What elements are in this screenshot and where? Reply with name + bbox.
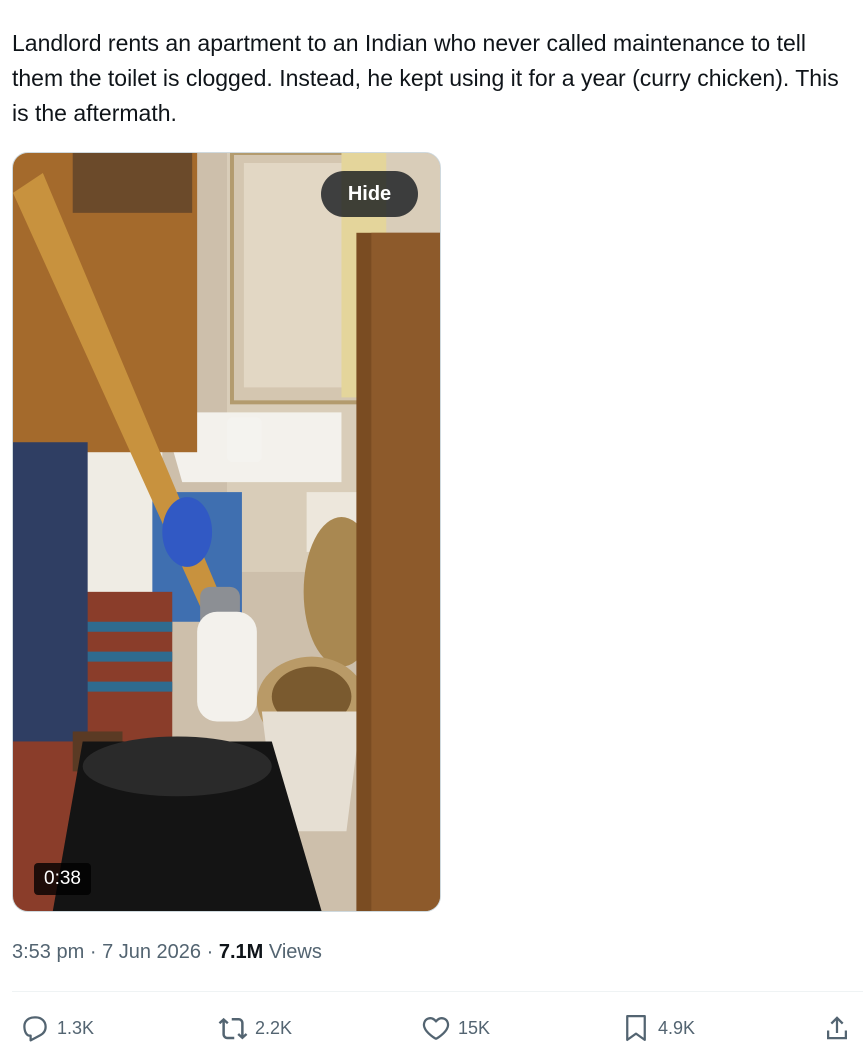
reply-count: 1.3K	[57, 1017, 95, 1038]
meta-separator: ·	[89, 941, 97, 963]
reply-icon	[20, 1013, 50, 1043]
video-frame	[13, 153, 440, 911]
action-bar: 1.3K 2.2K 15K 4.9K	[0, 1008, 863, 1048]
bookmark-icon	[621, 1013, 651, 1043]
share-icon	[822, 1013, 852, 1043]
tweet-metadata: 3:53 pm · 7 Jun 2026 · 7.1M Views	[12, 937, 322, 967]
tweet-time[interactable]: 3:53 pm	[12, 941, 84, 963]
like-button[interactable]: 15K	[421, 1008, 490, 1048]
video-duration-badge: 0:38	[34, 863, 91, 895]
divider	[12, 991, 863, 992]
tweet-text: Landlord rents an apartment to an Indian…	[12, 30, 839, 126]
views-label: Views	[268, 941, 322, 963]
heart-icon	[421, 1013, 451, 1043]
hide-media-button[interactable]: Hide	[321, 171, 418, 217]
retweet-count: 2.2K	[255, 1017, 293, 1038]
views-count: 7.1M	[218, 941, 264, 963]
like-count: 15K	[458, 1017, 491, 1038]
share-button[interactable]	[822, 1008, 852, 1048]
reply-button[interactable]: 1.3K	[20, 1008, 94, 1048]
retweet-icon	[218, 1013, 248, 1043]
bookmark-button[interactable]: 4.9K	[621, 1008, 695, 1048]
tweet-date[interactable]: 7 Jun 2026	[102, 941, 201, 963]
bookmark-count: 4.9K	[658, 1017, 696, 1038]
meta-separator: ·	[206, 941, 214, 963]
retweet-button[interactable]: 2.2K	[218, 1008, 292, 1048]
video-player[interactable]: Hide 0:38	[12, 152, 441, 912]
